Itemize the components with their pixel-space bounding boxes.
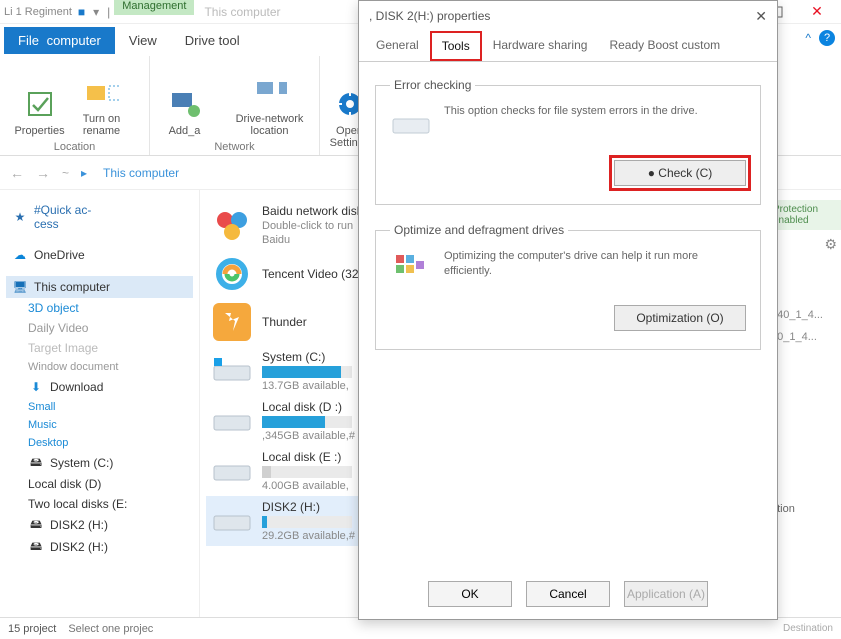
sidebar-video[interactable]: Daily Video	[6, 318, 193, 338]
cloud-icon: ☁	[12, 247, 28, 263]
drive-icon: 🖴	[28, 455, 44, 471]
apply-button[interactable]: Application (A)	[624, 581, 708, 607]
sidebar-music[interactable]: Music	[6, 416, 193, 434]
drive-icon	[212, 401, 252, 441]
optimize-legend: Optimize and defragment drives	[390, 223, 568, 237]
rename-button[interactable]: Turn on rename	[74, 62, 130, 137]
sidebar-quick-access[interactable]: ★ #Quick ac- cess	[6, 200, 193, 234]
sidebar-disk2-b[interactable]: 🖴DISK2 (H:)	[6, 536, 193, 558]
tab-view[interactable]: View	[115, 27, 171, 54]
check-button[interactable]: ● Check (C)	[614, 160, 746, 186]
drive-icon	[212, 501, 252, 541]
cancel-button[interactable]: Cancel	[526, 581, 610, 607]
optimize-text: Optimizing the computer's drive can help…	[444, 249, 746, 280]
dialog-title: , DISK 2(H:) properties	[369, 9, 490, 23]
sidebar-downloads[interactable]: ⬇Download	[6, 376, 193, 398]
destination-label: Destination	[783, 623, 833, 634]
back-icon[interactable]: ←	[10, 165, 24, 181]
tencent-icon	[212, 254, 252, 294]
defrag-icon	[390, 249, 432, 291]
dlg-tab-tools[interactable]: Tools	[430, 31, 482, 61]
sidebar-small[interactable]: Small	[6, 398, 193, 416]
file-fragment-2: 40_1_4...	[771, 331, 841, 343]
protection-chip: Protectionenabled	[771, 200, 841, 230]
star-icon: ★	[12, 209, 28, 225]
selection-info	[68, 623, 188, 635]
group-location: Location	[10, 137, 139, 153]
dlg-tab-readyboost[interactable]: Ready Boost custom	[598, 31, 731, 61]
text-p: p	[771, 539, 841, 551]
optimize-button[interactable]: Optimization (O)	[614, 305, 746, 331]
sidebar-onedrive[interactable]: ☁ OneDrive	[6, 244, 193, 266]
sidebar-window-doc[interactable]: Window document	[6, 358, 193, 376]
error-checking-legend: Error checking	[390, 78, 475, 92]
item-count: 15 project	[8, 623, 56, 635]
file-fragment-1: 540_1_4...	[771, 309, 841, 321]
sidebar-two-e[interactable]: Two local disks (E:	[6, 494, 193, 514]
sidebar-local-d[interactable]: Local disk (D)	[6, 474, 193, 494]
sidebar-desktop[interactable]: Desktop	[6, 434, 193, 452]
dlg-tab-general[interactable]: General	[365, 31, 430, 61]
dialog-close-icon[interactable]: ✕	[755, 8, 767, 25]
tab-management[interactable]: Management	[114, 0, 194, 15]
baidu-icon	[212, 205, 252, 245]
drive-network-button[interactable]: Drive-network location	[227, 62, 313, 137]
properties-dialog: , DISK 2(H:) properties ✕ General Tools …	[358, 0, 778, 620]
download-icon: ⬇	[28, 379, 44, 395]
drive-icon: 🖴	[28, 517, 44, 533]
faded-title: This computer	[204, 5, 280, 19]
gear-icon[interactable]: ⚙	[824, 236, 837, 252]
text-ation: ation	[771, 503, 841, 515]
drive-icon	[212, 451, 252, 491]
title-dropdown-icon[interactable]: ▾	[91, 7, 101, 17]
pc-icon: 🖥	[12, 279, 28, 295]
error-checking-text: This option checks for file system error…	[444, 104, 746, 119]
window-title: Li 1 Regiment	[4, 6, 72, 18]
sidebar-system-c[interactable]: 🖴System (C:)	[6, 452, 193, 474]
sidebar-3d-objects[interactable]: 3D object	[6, 298, 193, 318]
drive-icon: 🖴	[28, 539, 44, 555]
ok-button[interactable]: OK	[428, 581, 512, 607]
close-button[interactable]: ✕	[797, 0, 837, 24]
drive-small-icon	[390, 104, 432, 146]
add-network-button[interactable]: Add_a	[157, 62, 213, 137]
sidebar-this-pc[interactable]: 🖥 This computer	[6, 276, 193, 298]
sidebar-disk2-a[interactable]: 🖴DISK2 (H:)	[6, 514, 193, 536]
dlg-tab-hardware[interactable]: Hardware sharing	[482, 31, 599, 61]
sidebar-image[interactable]: Target Image	[6, 338, 193, 358]
chevron-up-icon[interactable]: ^	[805, 31, 811, 45]
drive-icon	[212, 351, 252, 391]
forward-icon[interactable]: →	[36, 165, 50, 181]
tab-drive-tool[interactable]: Drive tool	[171, 27, 254, 54]
group-network: Network	[160, 137, 309, 153]
tab-file[interactable]: File computer	[4, 27, 115, 54]
properties-button[interactable]: Properties	[20, 62, 60, 137]
thunder-icon	[212, 302, 252, 342]
help-icon[interactable]: ?	[819, 30, 835, 46]
